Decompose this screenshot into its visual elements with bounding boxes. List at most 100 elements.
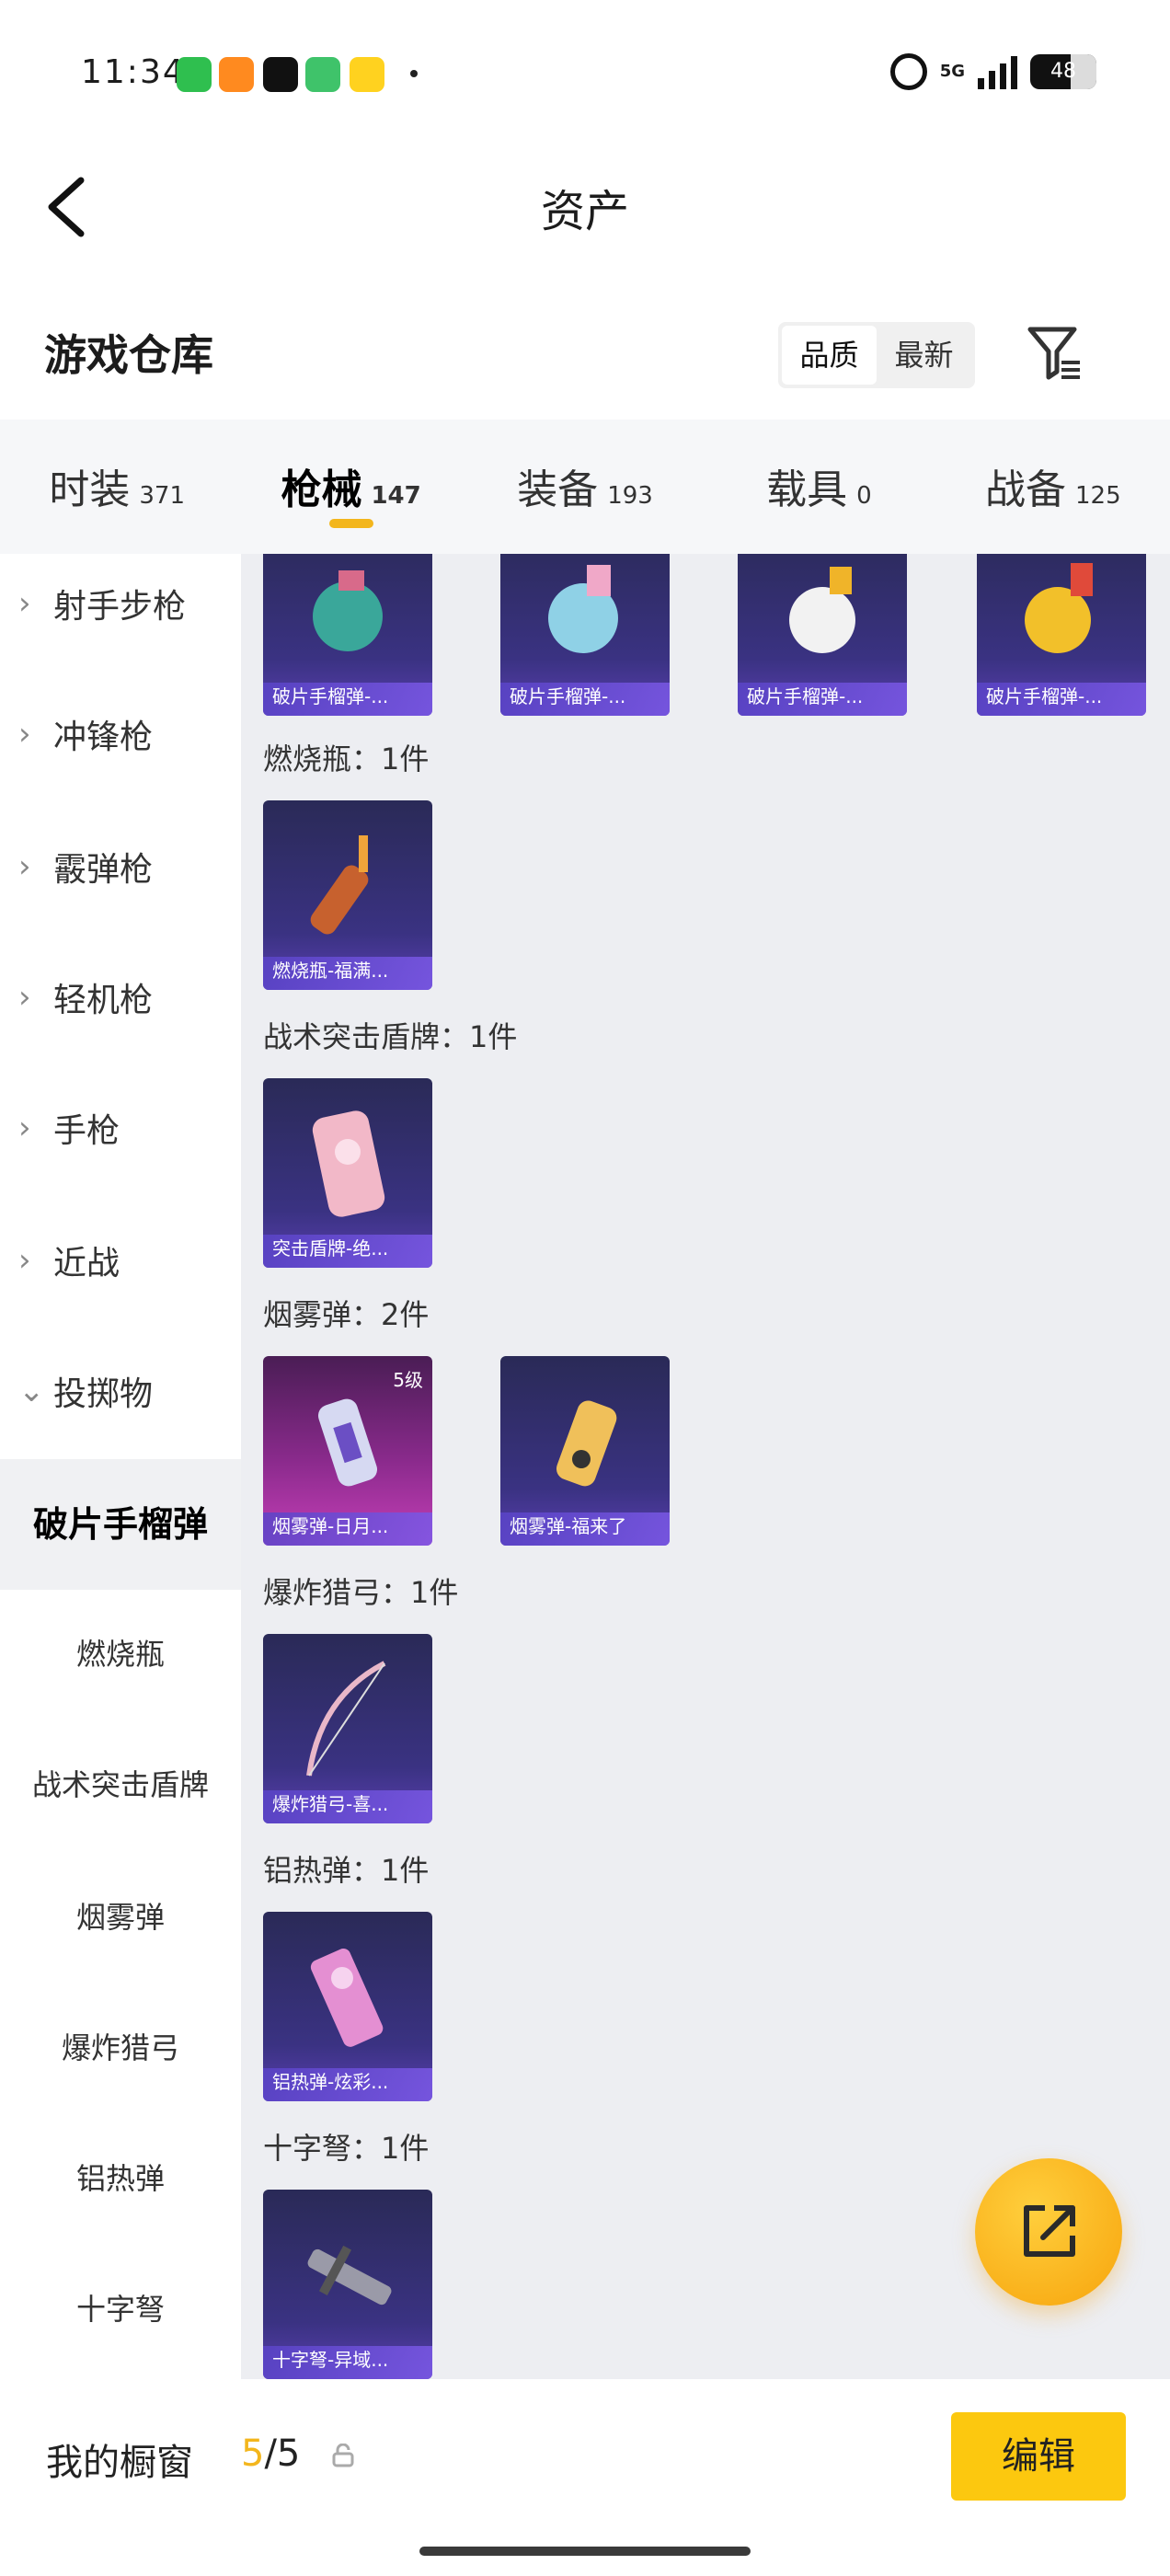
sidebar-item-label: 轻机枪 [53,982,154,1019]
chevron-right-icon: › [18,585,31,622]
showcase-label: 我的橱窗 [46,2442,193,2484]
sidebar-sub-molotov[interactable]: 燃烧瓶 [0,1608,241,1700]
tab-count: 371 [139,482,186,510]
item-name: 破片手榴弹-... [986,685,1103,707]
chevron-right-icon: › [18,1242,31,1279]
group-label-crossbow: 十字弩：1件 [263,2131,430,2166]
category-sidebar: › 射手步枪 › 冲锋枪 › 霰弹枪 › 轻机枪 › 手枪 › 近战 ⌄ 投掷物 破片手榴弹 … [0,554,241,2379]
battery-icon: 48 [1030,54,1096,89]
edit-button[interactable]: 编辑 [951,2412,1126,2501]
item-card[interactable]: 烟雾弹-福来了 [500,1356,670,1546]
tab-label: 载具 [766,466,848,513]
item-name: 破片手榴弹-... [747,685,864,707]
sidebar-sub-crossbow[interactable]: 十字弩 [0,2263,241,2355]
item-name: 铝热弹-炫彩... [272,2071,389,2093]
section-title: 游戏仓库 [44,330,213,380]
thermite-icon [310,1949,384,2047]
sidebar-sub-shield[interactable]: 战术突击盾牌 [0,1739,241,1831]
showcase-count: 5/5 [241,2432,300,2475]
tab-count: 147 [371,482,421,510]
sidebar-item-label: 射手步枪 [53,588,187,626]
status-time: 11:34 [81,53,186,91]
item-card[interactable]: 破片手榴弹-... [738,554,907,716]
tab-firearms[interactable]: 枪械 147 [234,420,467,554]
sort-quality-button[interactable]: 品质 [782,326,877,385]
item-name: 燃烧瓶-福满... [272,960,389,982]
lock-icon [332,2444,354,2467]
item-card[interactable]: 突击盾牌-绝... [263,1078,432,1268]
tab-label: 时装 [49,466,131,513]
item-name: 破片手榴弹-... [272,685,389,707]
wechat-icon [177,57,212,92]
tab-label: 枪械 [281,466,362,513]
sidebar-sub-frag-grenade[interactable]: 破片手榴弹 [0,1459,241,1590]
grenade-icon [313,570,383,651]
bow-icon [306,1661,386,1777]
active-tab-indicator [328,519,373,528]
sidebar-sub-explosive-bow[interactable]: 爆炸猎弓 [0,2002,241,2094]
item-card[interactable]: 十字弩-异域... [263,2190,432,2379]
sidebar-item-shotgun[interactable]: › 霰弹枪 [0,821,241,913]
sidebar-sub-thermite[interactable]: 铝热弹 [0,2133,241,2225]
chevron-right-icon: › [18,1110,31,1146]
tier-badge: 5级 [393,1369,423,1391]
item-grid: 破片手榴弹-... 破片手榴弹-... 破片手榴弹-... 破片手榴弹-... … [241,554,1170,2379]
sidebar-item-label: 冲锋枪 [53,719,154,756]
item-name: 十字弩-异域... [272,2349,389,2371]
item-card[interactable]: 5级 烟雾弹-日月... [263,1356,432,1546]
sidebar-item-throwables[interactable]: ⌄ 投掷物 [0,1345,241,1437]
item-name: 突击盾牌-绝... [272,1237,389,1259]
sidebar-item-melee[interactable]: › 近战 [0,1214,241,1306]
sort-newest-button[interactable]: 最新 [877,326,971,385]
page-header: 资产 [0,147,1170,267]
grenade-icon [789,567,855,653]
sidebar-item-smg[interactable]: › 冲锋枪 [0,688,241,780]
tab-count: 0 [856,482,872,510]
filter-icon[interactable] [1027,324,1082,381]
showcase-bar: 我的橱窗 5/5 编辑 [0,2379,1170,2576]
sidebar-item-label: 手枪 [53,1112,120,1150]
home-indicator [419,2547,751,2556]
tab-equipment[interactable]: 装备 193 [468,420,702,554]
category-tabs: 时装 371 枪械 147 装备 193 载具 0 战备 125 [0,420,1170,554]
item-name: 爆炸猎弓-喜... [272,1793,389,1815]
signal-icon [978,54,1017,89]
smoke-grenade-icon [317,1398,378,1487]
grenade-icon [1025,563,1093,653]
showcase-total: /5 [264,2432,301,2475]
sidebar-sub-smoke[interactable]: 烟雾弹 [0,1871,241,1963]
smoke-grenade-icon [556,1400,617,1487]
item-card[interactable]: 爆炸猎弓-喜... [263,1634,432,1823]
sidebar-item-pistol[interactable]: › 手枪 [0,1082,241,1174]
tiktok-icon [263,57,298,92]
group-label-smoke: 烟雾弹：2件 [263,1297,430,1332]
sidebar-item-marksman-rifle[interactable]: › 射手步枪 [0,558,241,650]
tab-tactical[interactable]: 战备 125 [936,420,1170,554]
sidebar-item-lmg[interactable]: › 轻机枪 [0,951,241,1043]
shield-icon [312,1110,385,1217]
item-card[interactable]: 铝热弹-炫彩... [263,1912,432,2101]
chevron-right-icon: › [18,716,31,753]
tab-label: 装备 [517,466,599,513]
network-indicator: 5G [939,62,965,81]
page-title: 资产 [540,186,629,237]
share-icon [1024,2205,1075,2257]
tab-label: 战备 [985,466,1066,513]
tab-vehicles[interactable]: 载具 0 [702,420,935,554]
sidebar-item-label: 霰弹枪 [53,851,154,889]
tab-fashion[interactable]: 时装 371 [0,420,234,554]
chevron-right-icon: › [18,979,31,1016]
item-card[interactable]: 破片手榴弹-... [500,554,670,716]
item-card[interactable]: 破片手榴弹-... [977,554,1146,716]
item-card[interactable]: 破片手榴弹-... [263,554,432,716]
group-label-molotov: 燃烧瓶：1件 [263,742,430,776]
share-button[interactable] [975,2158,1122,2306]
crossbow-icon [307,2245,392,2306]
sidebar-item-label: 近战 [53,1245,120,1282]
grenade-icon [548,565,618,653]
item-card[interactable]: 燃烧瓶-福满... [263,800,432,990]
sidebar-item-label: 投掷物 [53,1375,154,1413]
chevron-down-icon: ⌄ [18,1373,45,1409]
tab-count: 125 [1075,482,1121,510]
tab-count: 193 [607,482,653,510]
